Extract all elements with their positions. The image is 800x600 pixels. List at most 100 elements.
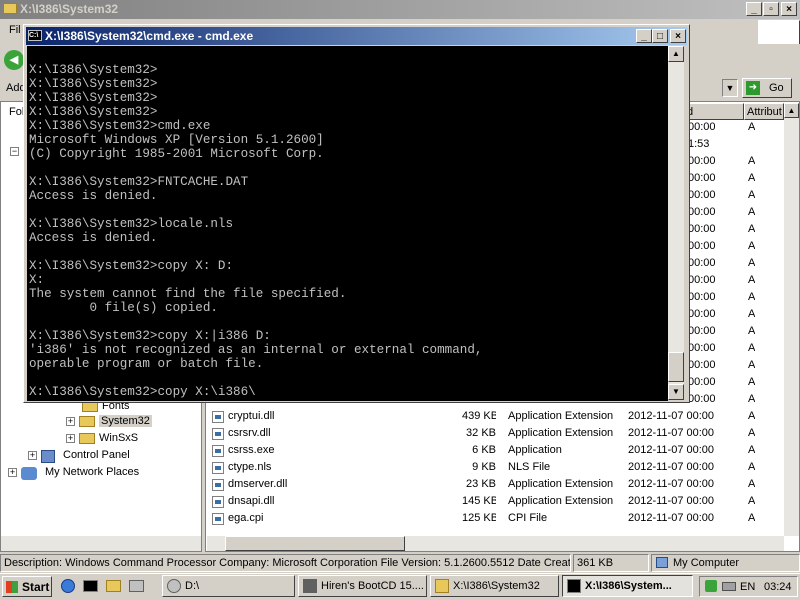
tray-network-icon[interactable]	[722, 582, 736, 591]
scroll-down-button[interactable]: ▼	[668, 384, 684, 400]
expand-icon[interactable]: +	[66, 433, 75, 443]
expand-icon[interactable]: +	[66, 416, 75, 426]
console-output[interactable]: X:\I386\System32> X:\I386\System32> X:\I38…	[27, 46, 668, 401]
file-row[interactable]: dnsapi.dll 145 KB Application Extension 201…	[212, 494, 782, 511]
tree-item-system32[interactable]: + System32	[66, 415, 152, 431]
quicklaunch-desktop-icon[interactable]	[129, 580, 144, 592]
taskbar-button-cmd[interactable]: X:\I386\System...	[562, 575, 693, 597]
file-row[interactable]: 00:00 A	[688, 342, 784, 359]
file-type: Application Extension	[508, 478, 614, 490]
maximize-button[interactable]: □	[652, 29, 668, 43]
file-row[interactable]: 00:00 A	[688, 291, 784, 308]
address-dropdown[interactable]: ▼	[722, 79, 738, 97]
file-attributes: A	[748, 342, 756, 354]
file-icon	[212, 411, 224, 423]
system-tray: EN 03:24	[699, 576, 798, 597]
file-row[interactable]: csrsrv.dll 32 KB Application Extension 2012…	[212, 426, 782, 443]
file-row[interactable]: dmserver.dll 23 KB Application Extension 20…	[212, 477, 782, 494]
console-line: X:\I386\System32>copy X: D:	[29, 259, 234, 273]
scroll-up-button[interactable]: ▲	[668, 46, 684, 62]
file-attributes: A	[748, 410, 756, 422]
taskbar-button-d-drive[interactable]: D:\	[162, 575, 295, 597]
file-icon	[212, 462, 224, 474]
tree-collapse-icon[interactable]: −	[10, 147, 19, 156]
file-row[interactable]: csrss.exe 6 KB Application 2012-11-07 00:00…	[212, 443, 782, 460]
back-icon[interactable]: ◀	[4, 50, 24, 70]
file-row[interactable]: 00:00 A	[688, 393, 784, 410]
file-row[interactable]: 00:00 A	[688, 308, 784, 325]
start-label: Start	[22, 580, 50, 594]
file-name: csrsrv.dll	[228, 427, 271, 439]
cmd-title-bar[interactable]: C:\ X:\I386\System32\cmd.exe - cmd.exe _…	[26, 27, 687, 45]
file-row[interactable]: cryptui.dll 439 KB Application Extension 20…	[212, 409, 782, 426]
file-modified: 2012-11-07 00:00	[628, 512, 715, 524]
status-size-text: 361 KB	[577, 557, 614, 569]
file-row[interactable]: 00:00 A	[688, 223, 784, 240]
maximize-button[interactable]: ▫	[763, 2, 779, 16]
scroll-thumb[interactable]	[668, 352, 684, 382]
go-label: Go	[769, 82, 784, 94]
file-row[interactable]: 00:00 A	[688, 155, 784, 172]
file-modified: 00:00	[688, 376, 716, 388]
explorer-title: X:\I386\System32	[20, 2, 119, 16]
file-modified: 00:00	[688, 206, 716, 218]
file-modified: 00:00	[688, 257, 716, 269]
file-row[interactable]: 00:00 A	[688, 376, 784, 393]
file-modified: 00:00	[688, 223, 716, 235]
console-vscroll[interactable]: ▲ ▼	[668, 46, 684, 400]
quicklaunch-cmd-icon[interactable]	[83, 580, 98, 592]
file-row[interactable]: ega.cpi 125 KB CPI File 2012-11-07 00:00 A	[212, 511, 782, 528]
minimize-button[interactable]: _	[636, 29, 652, 43]
folders-hscroll[interactable]	[1, 536, 201, 551]
file-name: cryptui.dll	[228, 410, 275, 422]
tree-item-winsxs[interactable]: + WinSxS	[66, 432, 138, 448]
file-modified: 00:00	[688, 240, 716, 252]
file-row[interactable]: ctype.nls 9 KB NLS File 2012-11-07 00:00 A	[212, 460, 782, 477]
file-list-hscroll[interactable]	[207, 536, 784, 551]
file-icon	[212, 496, 224, 508]
close-button[interactable]: ×	[670, 29, 686, 43]
file-attributes: A	[748, 359, 756, 371]
expand-icon[interactable]: +	[28, 450, 37, 460]
taskbar-button-hirens[interactable]: Hiren's BootCD 15....	[298, 575, 427, 597]
file-row[interactable]: 00:00 A	[688, 121, 784, 138]
tray-recycle-icon[interactable]	[705, 580, 717, 592]
start-button[interactable]: Start	[2, 576, 52, 597]
file-type: Application	[508, 444, 562, 456]
scroll-thumb[interactable]	[225, 536, 405, 551]
file-row[interactable]: 00:00 A	[688, 172, 784, 189]
file-row[interactable]: 00:00 A	[688, 359, 784, 376]
task-label: X:\I386\System32	[453, 580, 540, 592]
tree-item-network-places[interactable]: + My Network Places	[8, 466, 139, 482]
menu-file[interactable]: Fil	[9, 24, 21, 36]
quicklaunch-folder-icon[interactable]	[106, 580, 121, 592]
go-button[interactable]: ➜ Go	[742, 78, 792, 98]
taskbar-button-explorer[interactable]: X:\I386\System32	[430, 575, 559, 597]
file-row[interactable]: 00:00 A	[688, 274, 784, 291]
tray-language[interactable]: EN	[740, 581, 755, 593]
expand-icon[interactable]: +	[8, 467, 17, 477]
cmd-window[interactable]: C:\ X:\I386\System32\cmd.exe - cmd.exe _…	[23, 24, 690, 403]
file-row[interactable]: 00:00 A	[688, 240, 784, 257]
explorer-title-bar[interactable]: X:\I386\System32 _ ▫ ×	[0, 0, 800, 19]
file-rows-top: 00:00 A 1:53 00:00 A 00:00 A 00:00 A 00:00 A 00:00 A…	[688, 121, 784, 405]
quicklaunch-ie-icon[interactable]	[61, 579, 75, 593]
close-button[interactable]: ×	[781, 2, 797, 16]
file-row[interactable]: 00:00 A	[688, 257, 784, 274]
file-row[interactable]: 1:53	[688, 138, 784, 155]
console-text: X:\I386\System32> X:\I386\System32> X:\I38…	[29, 49, 482, 399]
file-modified: 2012-11-07 00:00	[628, 478, 715, 490]
file-row[interactable]: 00:00 A	[688, 325, 784, 342]
file-row[interactable]: 00:00 A	[688, 189, 784, 206]
scroll-up-button[interactable]: ▲	[784, 103, 799, 118]
tray-clock[interactable]: 03:24	[764, 581, 792, 593]
file-row[interactable]: 00:00 A	[688, 206, 784, 223]
file-modified: 00:00	[688, 189, 716, 201]
minimize-button[interactable]: _	[746, 2, 762, 16]
file-list-vscroll[interactable]: ▲	[784, 103, 799, 536]
tree-item-control-panel[interactable]: + Control Panel	[28, 449, 130, 465]
file-modified: 00:00	[688, 155, 716, 167]
file-modified: 00:00	[688, 325, 716, 337]
tree-label: WinSxS	[99, 432, 139, 444]
column-header-attributes[interactable]: Attribut	[744, 103, 784, 120]
